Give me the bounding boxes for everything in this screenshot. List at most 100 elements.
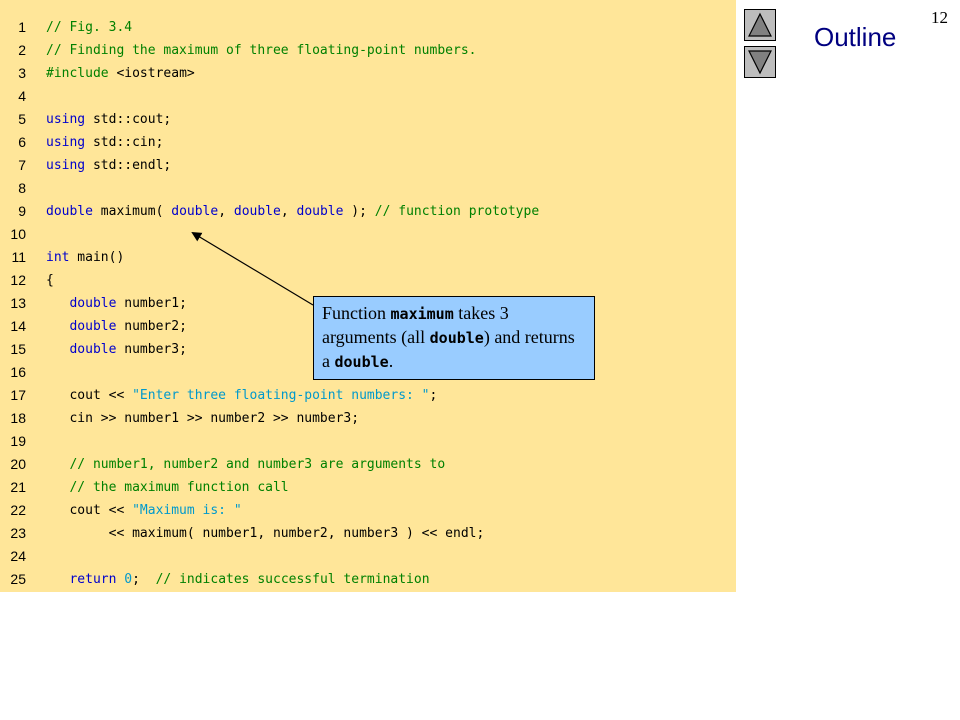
line-number: 20 bbox=[10, 456, 26, 472]
previous-slide-button[interactable] bbox=[744, 9, 776, 41]
line-number: 16 bbox=[10, 364, 26, 380]
code-token: using bbox=[46, 158, 86, 173]
line-number: 15 bbox=[10, 341, 26, 357]
line-number: 2 bbox=[18, 42, 26, 58]
code-text: // number1, number2 and number3 are argu… bbox=[46, 453, 445, 476]
code-line: 18 cin >> number1 >> number2 >> number3; bbox=[0, 407, 736, 430]
code-text: { bbox=[46, 269, 54, 292]
code-text: #include <iostream> bbox=[46, 62, 195, 85]
code-line: 21 // the maximum function call bbox=[0, 476, 736, 499]
line-number: 24 bbox=[10, 548, 26, 564]
code-token: // Fig. 3.4 bbox=[46, 20, 133, 35]
code-token: number2; bbox=[116, 319, 187, 334]
code-line: 25 return 0; // indicates successful ter… bbox=[0, 568, 736, 591]
line-number: 6 bbox=[18, 134, 26, 150]
code-line: 7 using std::endl; bbox=[0, 154, 736, 177]
code-token: double bbox=[69, 319, 117, 334]
line-number: 5 bbox=[18, 111, 26, 127]
code-line: 8 bbox=[0, 177, 736, 200]
code-line: 10 bbox=[0, 223, 736, 246]
callout-text-suffix: . bbox=[388, 351, 394, 371]
triangle-up-icon bbox=[748, 12, 772, 37]
next-slide-button[interactable] bbox=[744, 46, 776, 78]
line-number: 12 bbox=[10, 272, 26, 288]
code-token: , bbox=[218, 204, 234, 219]
code-token: maximum( bbox=[92, 204, 172, 219]
code-token: double bbox=[69, 342, 117, 357]
code-token: // number1, number2 and number3 are argu… bbox=[69, 457, 446, 472]
code-token: double bbox=[233, 204, 281, 219]
line-number: 19 bbox=[10, 433, 26, 449]
code-token: using bbox=[46, 135, 86, 150]
callout-box: Function maximum takes 3 arguments (all … bbox=[313, 296, 595, 380]
code-token: 0 bbox=[124, 572, 133, 587]
code-token: // function prototype bbox=[374, 204, 540, 219]
code-line: 20 // number1, number2 and number3 are a… bbox=[0, 453, 736, 476]
callout-text-prefix: Function bbox=[322, 303, 391, 323]
code-text: << maximum( number1, number2, number3 ) … bbox=[46, 522, 485, 545]
code-token: { bbox=[46, 273, 54, 288]
code-token: double bbox=[46, 204, 93, 219]
code-token: cout << bbox=[46, 503, 133, 518]
code-line: 12 { bbox=[0, 269, 736, 292]
code-token: main() bbox=[69, 250, 125, 265]
code-token: ; bbox=[132, 572, 156, 587]
code-token: number3; bbox=[116, 342, 187, 357]
line-number: 8 bbox=[18, 180, 26, 196]
code-text: return 0; // indicates successful termin… bbox=[46, 568, 430, 591]
code-token: << maximum( number1, number2, number3 ) … bbox=[46, 526, 485, 541]
page-number: 12 bbox=[931, 8, 948, 27]
line-number: 4 bbox=[18, 88, 26, 104]
outline-label[interactable]: Outline bbox=[814, 22, 896, 53]
code-line: 24 bbox=[0, 545, 736, 568]
code-token: // the maximum function call bbox=[69, 480, 289, 495]
code-token: "Enter three floating-point numbers: " bbox=[132, 388, 430, 403]
line-number: 18 bbox=[10, 410, 26, 426]
code-line: 11 int main() bbox=[0, 246, 736, 269]
code-token: ); bbox=[343, 204, 375, 219]
code-token: double bbox=[296, 204, 344, 219]
code-token: using bbox=[46, 112, 86, 127]
code-text: // the maximum function call bbox=[46, 476, 289, 499]
code-text: double number1; bbox=[46, 292, 187, 315]
line-number: 3 bbox=[18, 65, 26, 81]
code-line: 19 bbox=[0, 430, 736, 453]
code-token: std::cout; bbox=[85, 112, 172, 127]
code-text: using std::cout; bbox=[46, 108, 171, 131]
code-text: cout << "Enter three floating-point numb… bbox=[46, 384, 437, 407]
code-token: std::cin; bbox=[85, 135, 164, 150]
code-text: double number2; bbox=[46, 315, 187, 338]
code-text: // Finding the maximum of three floating… bbox=[46, 39, 476, 62]
line-number: 9 bbox=[18, 203, 26, 219]
code-token: return bbox=[69, 572, 117, 587]
code-line: 4 bbox=[0, 85, 736, 108]
line-number: 7 bbox=[18, 157, 26, 173]
code-line: 5 using std::cout; bbox=[0, 108, 736, 131]
line-number: 22 bbox=[10, 502, 26, 518]
line-number: 17 bbox=[10, 387, 26, 403]
code-text: using std::cin; bbox=[46, 131, 163, 154]
triangle-down-icon bbox=[748, 50, 772, 75]
code-token: cout << bbox=[46, 388, 133, 403]
callout-code-double-return: double bbox=[334, 353, 389, 371]
line-number: 14 bbox=[10, 318, 26, 334]
code-line: 22 cout << "Maximum is: " bbox=[0, 499, 736, 522]
code-token: std::endl; bbox=[85, 158, 172, 173]
code-line: 3 #include <iostream> bbox=[0, 62, 736, 85]
code-token: number1; bbox=[116, 296, 187, 311]
code-text: using std::endl; bbox=[46, 154, 171, 177]
code-text: cout << "Maximum is: " bbox=[46, 499, 241, 522]
code-line: 17 cout << "Enter three floating-point n… bbox=[0, 384, 736, 407]
line-number: 11 bbox=[11, 249, 26, 265]
code-text: int main() bbox=[46, 246, 124, 269]
code-token: double bbox=[69, 296, 117, 311]
code-text: // Fig. 3.4 bbox=[46, 16, 132, 39]
code-token: // indicates successful termination bbox=[155, 572, 430, 587]
callout-code-double: double bbox=[429, 329, 484, 347]
